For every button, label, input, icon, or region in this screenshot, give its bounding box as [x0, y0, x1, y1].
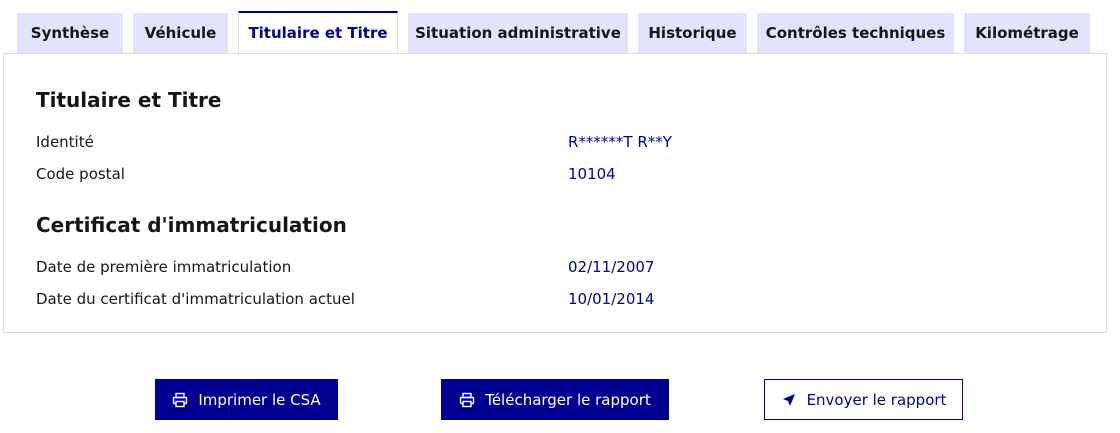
send-report-label: Envoyer le rapport: [806, 390, 947, 409]
printer-icon: [172, 392, 188, 408]
print-csa-label: Imprimer le CSA: [198, 390, 321, 409]
current-certificate-label: Date du certificat d'immatriculation act…: [36, 290, 355, 308]
download-report-label: Télécharger le rapport: [485, 390, 651, 409]
tab-panel: Titulaire et Titre Identité R******T R**…: [3, 53, 1107, 333]
tab-label: Situation administrative: [415, 24, 621, 42]
identity-label: Identité: [36, 133, 94, 151]
tab-vehicule[interactable]: Véhicule: [133, 13, 228, 53]
current-certificate-value: 10/01/2014: [568, 290, 655, 308]
identity-value: R******T R**Y: [568, 133, 672, 151]
tab-label: Historique: [648, 24, 737, 42]
holder-section-title: Titulaire et Titre: [36, 88, 222, 112]
tab-controles-techniques[interactable]: Contrôles techniques: [757, 13, 954, 53]
postal-code-label: Code postal: [36, 165, 125, 183]
tab-label: Véhicule: [144, 24, 217, 42]
first-registration-value: 02/11/2007: [568, 258, 655, 276]
tab-situation-administrative[interactable]: Situation administrative: [408, 13, 628, 53]
tab-bar: Synthèse Véhicule Titulaire et Titre Sit…: [17, 11, 1090, 53]
postal-code-value: 10104: [568, 165, 616, 183]
certificate-section-title: Certificat d'immatriculation: [36, 213, 347, 237]
tab-label: Kilométrage: [975, 24, 1079, 42]
first-registration-label: Date de première immatriculation: [36, 258, 292, 276]
tab-label: Synthèse: [30, 24, 110, 42]
tab-historique[interactable]: Historique: [638, 13, 747, 53]
download-report-button[interactable]: Télécharger le rapport: [441, 379, 669, 420]
tab-label: Titulaire et Titre: [248, 24, 388, 42]
tab-titulaire-et-titre[interactable]: Titulaire et Titre: [238, 11, 398, 53]
tab-synthese[interactable]: Synthèse: [17, 13, 123, 53]
tab-label: Contrôles techniques: [765, 24, 946, 42]
send-arrow-icon: [781, 392, 797, 408]
printer-icon: [459, 392, 475, 408]
send-report-button[interactable]: Envoyer le rapport: [764, 379, 963, 420]
action-bar: Imprimer le CSA Télécharger le rapport E…: [0, 379, 1120, 421]
print-csa-button[interactable]: Imprimer le CSA: [155, 379, 338, 420]
tab-kilometrage[interactable]: Kilométrage: [964, 13, 1090, 53]
